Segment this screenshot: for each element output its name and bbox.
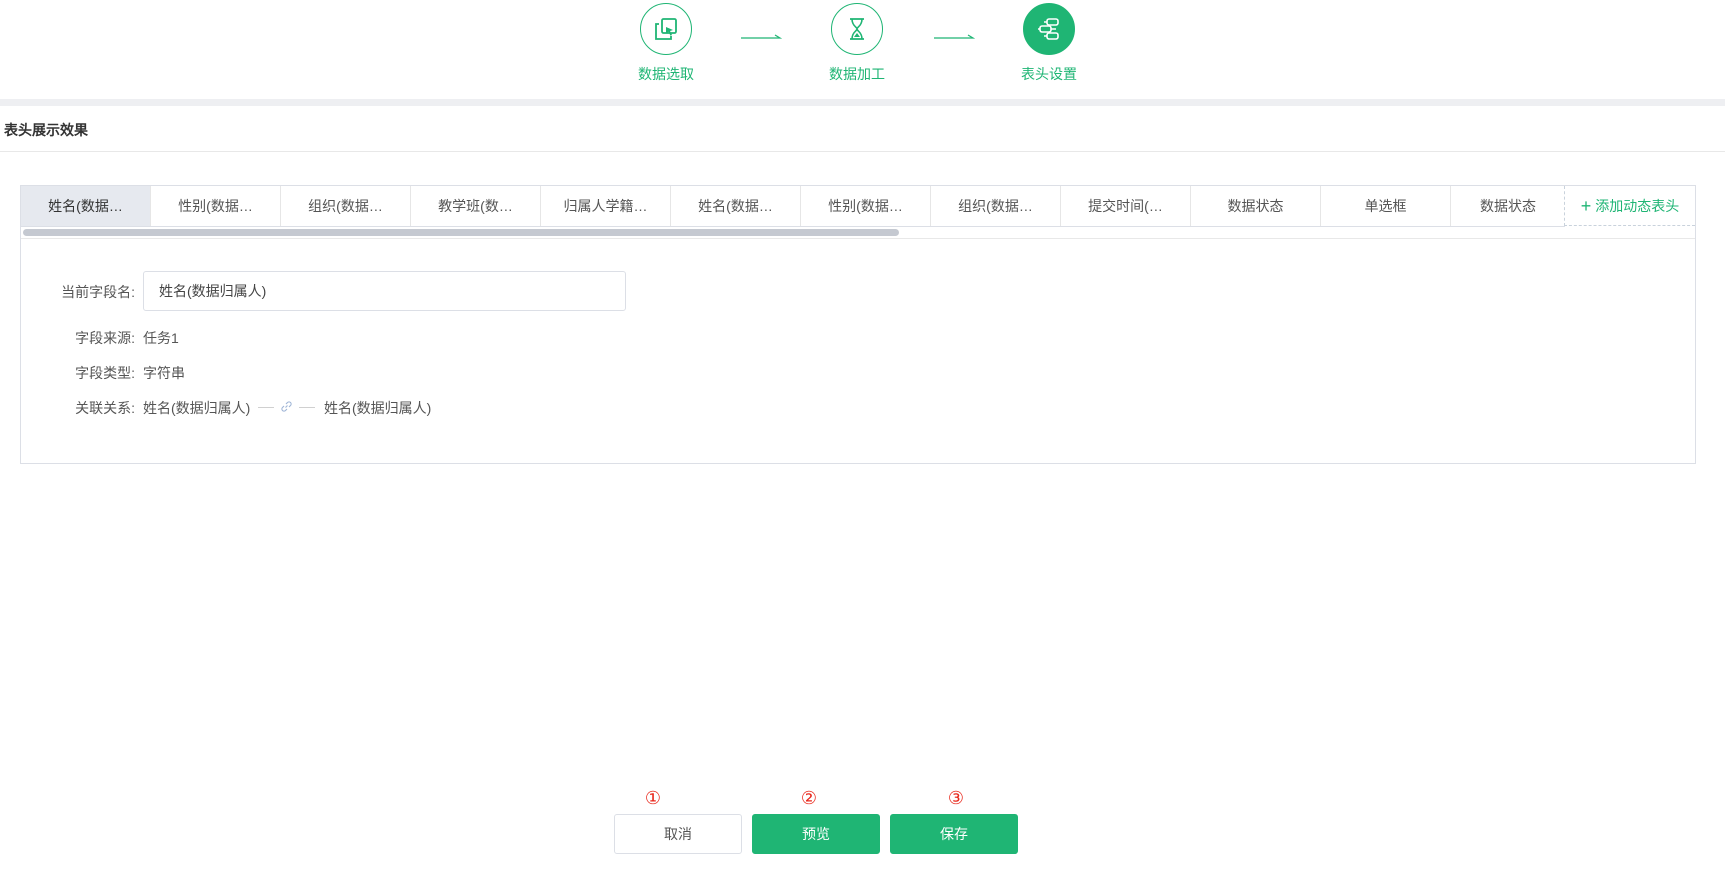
field-type-label: 字段类型: xyxy=(75,365,135,381)
step-label: 数据加工 xyxy=(829,66,885,82)
header-tab[interactable]: 数据状态 xyxy=(1451,186,1565,226)
field-name-input[interactable] xyxy=(143,271,626,311)
step-label: 表头设置 xyxy=(1021,66,1077,82)
step-label: 数据选取 xyxy=(638,66,694,82)
copy-cursor-icon xyxy=(640,3,692,55)
section-title: 表头展示效果 xyxy=(4,122,88,138)
header-tab[interactable]: 性别(数据… xyxy=(151,186,281,226)
link-icon xyxy=(281,401,292,412)
field-relation-label: 关联关系: xyxy=(75,400,135,416)
field-source-label: 字段来源: xyxy=(75,330,135,346)
horizontal-scrollbar[interactable] xyxy=(23,229,899,236)
hourglass-icon xyxy=(831,3,883,55)
add-dynamic-header-button[interactable]: + 添加动态表头 xyxy=(1564,186,1695,226)
header-tab[interactable]: 性别(数据… xyxy=(801,186,931,226)
steps-bar: 数据选取 数据加工 表头设置 xyxy=(0,0,1725,99)
header-tabs: 姓名(数据… 性别(数据… 组织(数据… 教学班(数… 归属人学籍… 姓名(数据… xyxy=(21,186,1565,226)
relation-left-field: 姓名(数据归属人) xyxy=(143,400,251,416)
relation-right-field: 姓名(数据归属人) xyxy=(324,400,432,416)
header-tab[interactable]: 组织(数据… xyxy=(931,186,1061,226)
header-tab[interactable]: 提交时间(… xyxy=(1061,186,1191,226)
save-button[interactable]: 保存 xyxy=(890,814,1018,854)
relation-line xyxy=(258,407,274,408)
preview-button[interactable]: 预览 xyxy=(752,814,880,854)
field-source-value: 任务1 xyxy=(143,330,179,346)
annotation-marker-1: ① xyxy=(644,788,662,808)
flow-settings-icon xyxy=(1023,3,1075,55)
relation-line xyxy=(299,407,315,408)
header-tab[interactable]: 姓名(数据… xyxy=(671,186,801,226)
plus-icon: + xyxy=(1580,195,1592,216)
step-arrow-icon xyxy=(934,34,975,39)
header-preview-panel: 姓名(数据… 性别(数据… 组织(数据… 教学班(数… 归属人学籍… 姓名(数据… xyxy=(20,185,1696,464)
tabs-divider xyxy=(21,226,1565,227)
title-divider xyxy=(0,151,1725,152)
header-tab[interactable]: 归属人学籍… xyxy=(541,186,671,226)
header-tab[interactable]: 教学班(数… xyxy=(411,186,541,226)
step-header-settings[interactable]: 表头设置 xyxy=(999,3,1099,84)
annotation-marker-3: ③ xyxy=(947,788,965,808)
panel-divider xyxy=(21,238,1695,239)
step-data-process[interactable]: 数据加工 xyxy=(807,3,907,84)
section-divider xyxy=(0,99,1725,106)
field-type-value: 字符串 xyxy=(143,365,185,381)
step-data-select[interactable]: 数据选取 xyxy=(616,3,716,84)
step-arrow-icon xyxy=(741,34,782,39)
header-tab[interactable]: 数据状态 xyxy=(1191,186,1321,226)
field-name-label: 当前字段名: xyxy=(61,284,135,300)
header-tab[interactable]: 姓名(数据… xyxy=(21,186,151,226)
cancel-button[interactable]: 取消 xyxy=(614,814,742,854)
add-dynamic-header-label: 添加动态表头 xyxy=(1595,197,1680,214)
annotation-marker-2: ② xyxy=(800,788,818,808)
header-tab[interactable]: 单选框 xyxy=(1321,186,1451,226)
header-tab[interactable]: 组织(数据… xyxy=(281,186,411,226)
